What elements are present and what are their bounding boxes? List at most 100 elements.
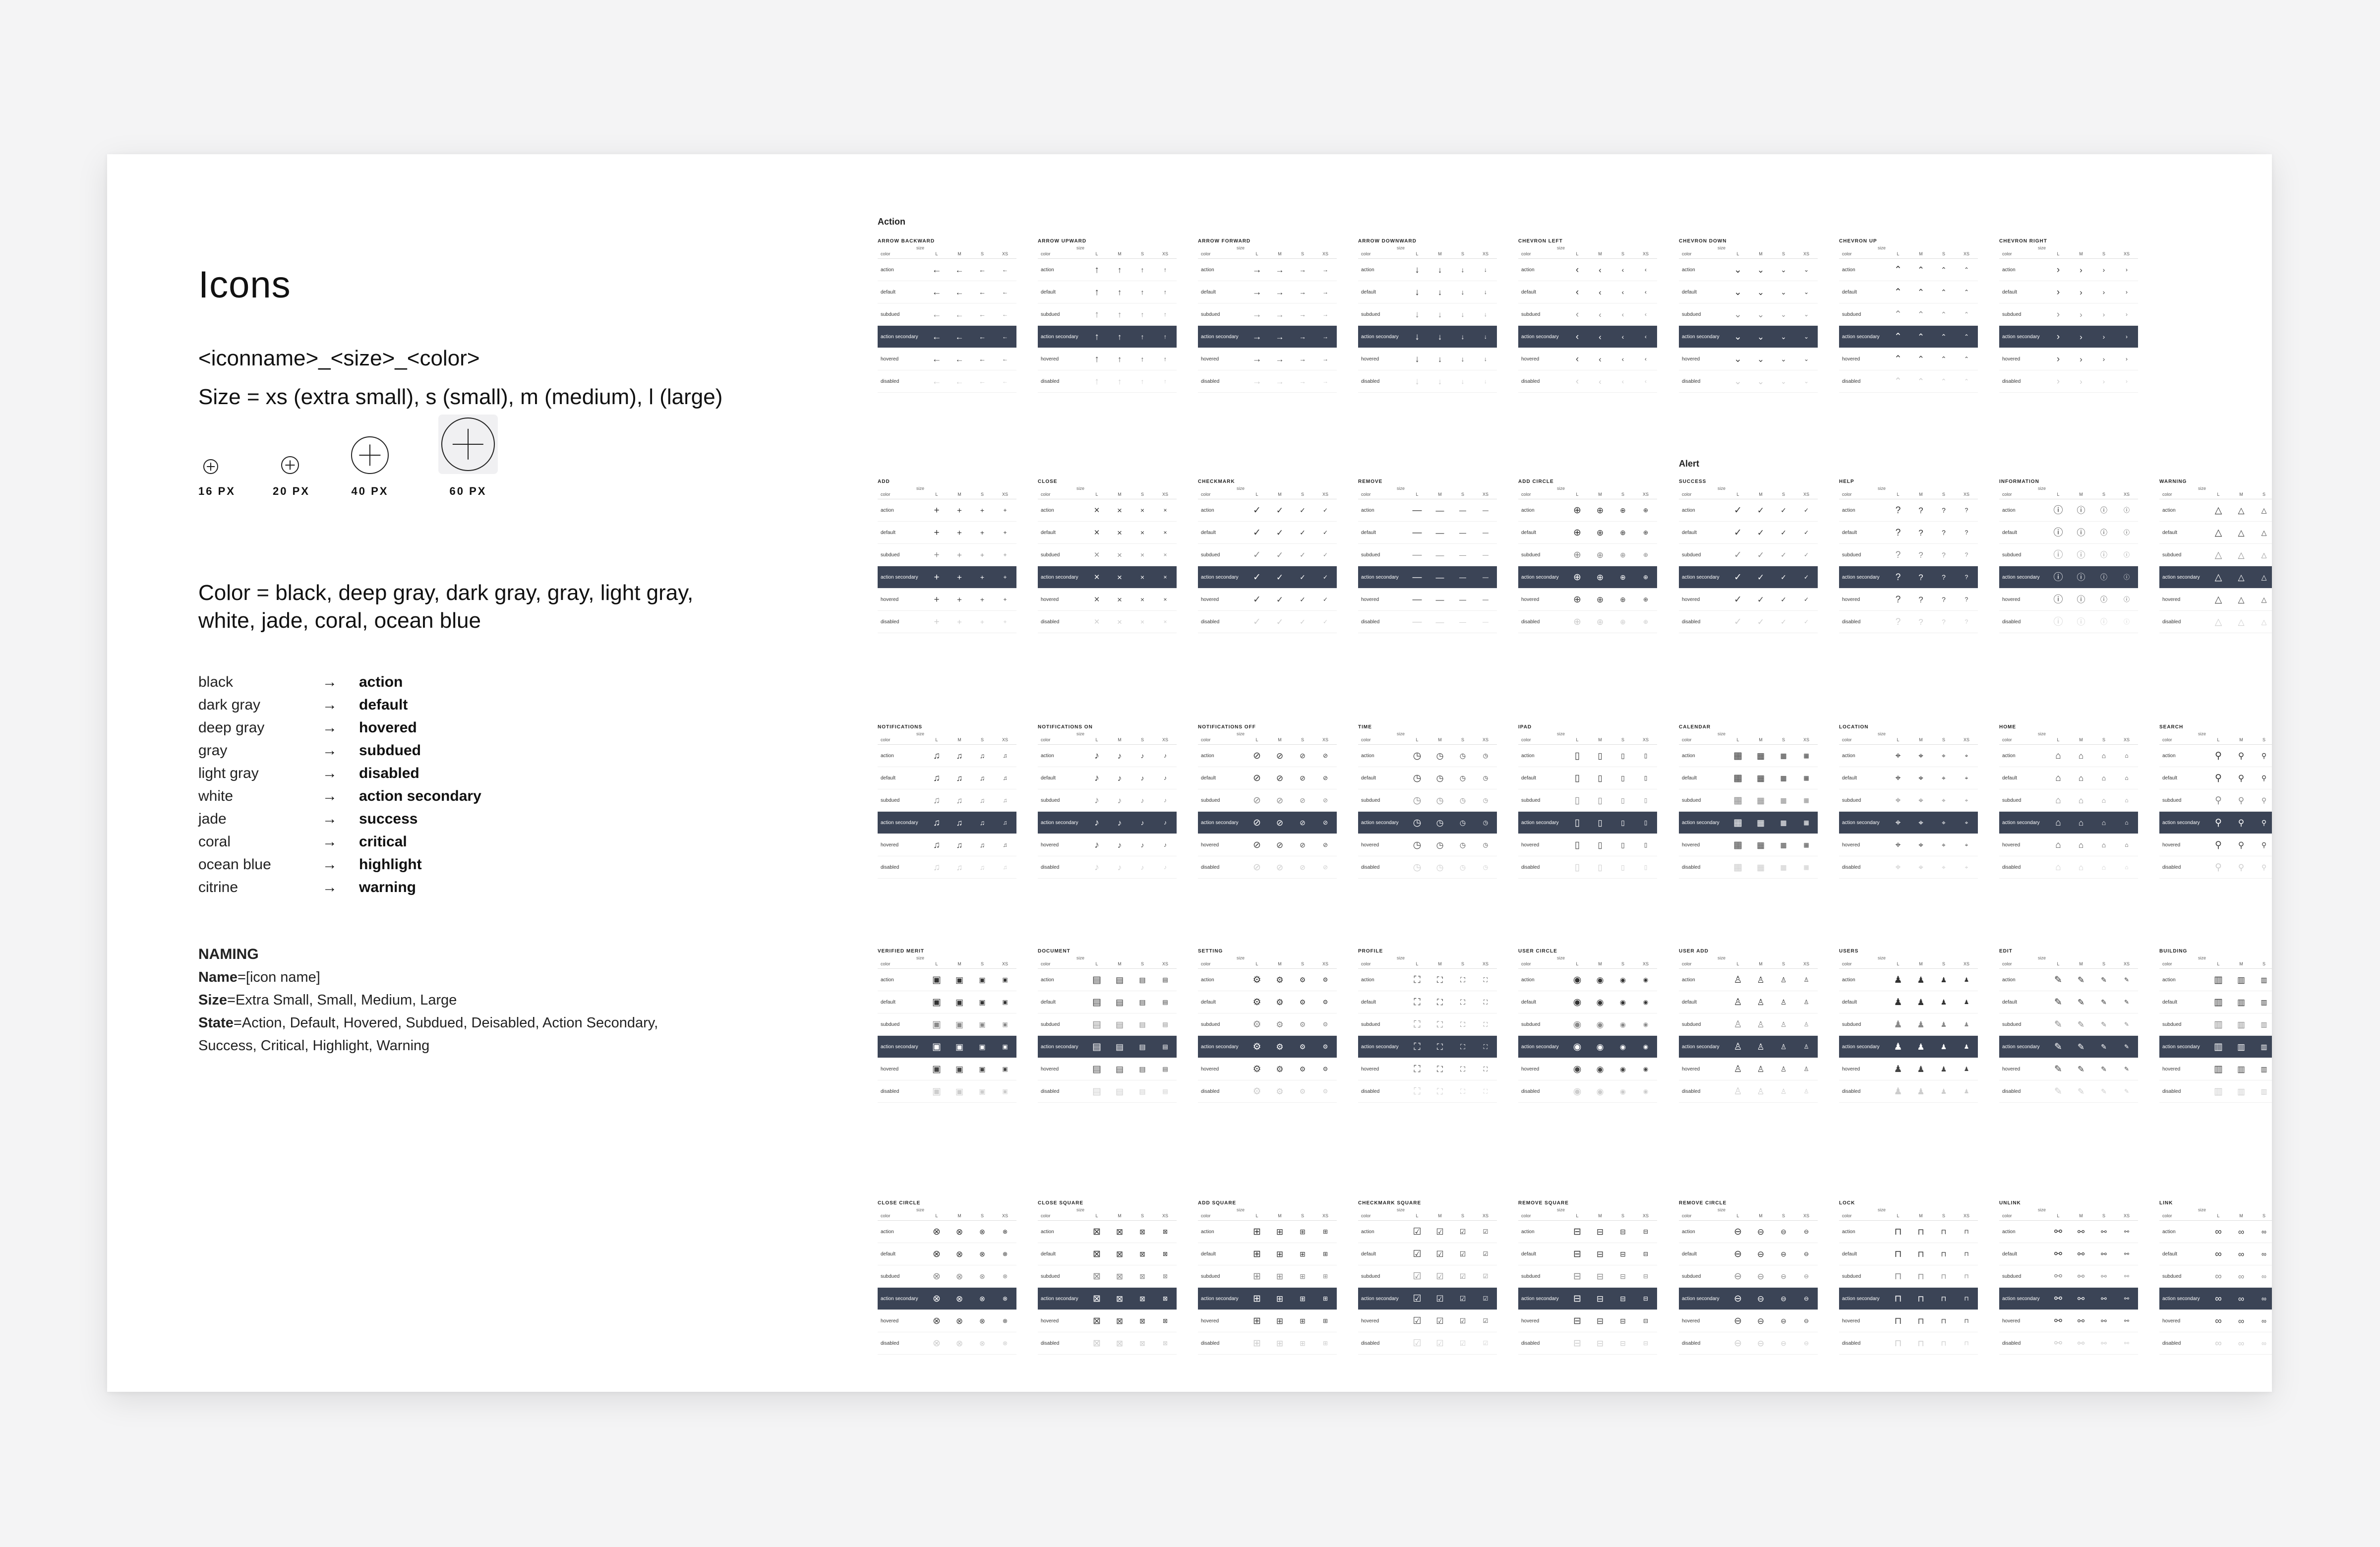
- glyph-icon[interactable]: ⓘ: [2070, 573, 2092, 582]
- glyph-icon[interactable]: ◷: [1474, 842, 1497, 848]
- glyph-icon[interactable]: ⚲: [2207, 796, 2230, 805]
- glyph-icon[interactable]: ✓: [1291, 618, 1314, 625]
- glyph-icon[interactable]: ✓: [1795, 530, 1818, 536]
- glyph-icon[interactable]: ▣: [948, 1065, 971, 1073]
- glyph-icon[interactable]: ⊠: [1131, 1295, 1154, 1302]
- glyph-icon[interactable]: ⚙: [1314, 999, 1337, 1005]
- glyph-icon[interactable]: ♙: [1749, 998, 1772, 1007]
- glyph-icon[interactable]: —: [1474, 619, 1497, 625]
- glyph-icon[interactable]: ✓: [1291, 574, 1314, 581]
- glyph-icon[interactable]: ∞: [2230, 1228, 2253, 1236]
- glyph-icon[interactable]: ⌃: [1909, 377, 1932, 386]
- glyph-icon[interactable]: ×: [1108, 595, 1131, 604]
- glyph-icon[interactable]: →: [1246, 265, 1268, 275]
- glyph-icon[interactable]: ⌖: [1909, 796, 1932, 805]
- glyph-icon[interactable]: ⓘ: [2092, 596, 2115, 603]
- glyph-icon[interactable]: ⊘: [1246, 774, 1268, 783]
- glyph-icon[interactable]: ◉: [1566, 1087, 1589, 1096]
- glyph-icon[interactable]: ⓘ: [2115, 552, 2138, 558]
- glyph-icon[interactable]: ☑: [1428, 1250, 1451, 1258]
- glyph-icon[interactable]: ♪: [1108, 796, 1131, 805]
- glyph-icon[interactable]: ⌄: [1749, 333, 1772, 341]
- glyph-icon[interactable]: ∞: [2230, 1317, 2253, 1325]
- glyph-icon[interactable]: ⚯: [2092, 1250, 2115, 1257]
- glyph-icon[interactable]: ⊖: [1749, 1295, 1772, 1303]
- glyph-icon[interactable]: ▦: [1726, 818, 1749, 828]
- glyph-icon[interactable]: ⊗: [994, 1273, 1016, 1279]
- glyph-icon[interactable]: ✓: [1268, 618, 1291, 626]
- glyph-icon[interactable]: →: [1268, 333, 1291, 341]
- glyph-icon[interactable]: ⚯: [2047, 1227, 2070, 1237]
- glyph-icon[interactable]: ↑: [1085, 310, 1108, 319]
- glyph-icon[interactable]: ✎: [2115, 1066, 2138, 1072]
- glyph-icon[interactable]: △: [2207, 617, 2230, 627]
- glyph-icon[interactable]: ⊠: [1154, 1318, 1177, 1324]
- glyph-icon[interactable]: ×: [1154, 507, 1177, 513]
- glyph-icon[interactable]: ∞: [2207, 1316, 2230, 1326]
- glyph-icon[interactable]: ⊘: [1291, 864, 1314, 871]
- glyph-icon[interactable]: ⊠: [1154, 1340, 1177, 1346]
- glyph-icon[interactable]: ⊠: [1108, 1250, 1131, 1258]
- glyph-icon[interactable]: ⊗: [971, 1273, 994, 1280]
- glyph-icon[interactable]: ⊘: [1314, 753, 1337, 759]
- glyph-icon[interactable]: ⚙: [1291, 1066, 1314, 1072]
- glyph-icon[interactable]: ⊕: [1611, 596, 1634, 603]
- glyph-icon[interactable]: ✎: [2070, 1087, 2092, 1096]
- glyph-icon[interactable]: ▯: [1611, 797, 1634, 804]
- glyph-icon[interactable]: ⊠: [1131, 1273, 1154, 1280]
- glyph-icon[interactable]: ✎: [2047, 1042, 2070, 1052]
- glyph-icon[interactable]: ▣: [971, 976, 994, 983]
- glyph-icon[interactable]: ♫: [925, 796, 948, 805]
- glyph-icon[interactable]: ↑: [1131, 333, 1154, 340]
- glyph-icon[interactable]: ▣: [948, 1020, 971, 1029]
- glyph-icon[interactable]: ▦: [1772, 819, 1795, 826]
- glyph-icon[interactable]: ↓: [1451, 356, 1474, 362]
- glyph-icon[interactable]: ↑: [1085, 288, 1108, 297]
- glyph-icon[interactable]: ♪: [1131, 819, 1154, 826]
- glyph-icon[interactable]: ◉: [1566, 1042, 1589, 1052]
- glyph-icon[interactable]: ⊕: [1566, 528, 1589, 537]
- glyph-icon[interactable]: ⌂: [2070, 752, 2092, 760]
- glyph-icon[interactable]: ⊕: [1566, 595, 1589, 604]
- glyph-icon[interactable]: ♟: [1932, 1021, 1955, 1028]
- glyph-icon[interactable]: ×: [1085, 617, 1108, 627]
- glyph-icon[interactable]: ▦: [1726, 840, 1749, 850]
- glyph-icon[interactable]: ›: [2115, 267, 2138, 273]
- glyph-icon[interactable]: ‹: [1589, 266, 1611, 274]
- glyph-icon[interactable]: ⌂: [2070, 796, 2092, 805]
- glyph-icon[interactable]: ⊗: [925, 1250, 948, 1259]
- glyph-icon[interactable]: ▤: [1108, 1020, 1131, 1029]
- glyph-icon[interactable]: ♫: [971, 797, 994, 804]
- glyph-icon[interactable]: ⛶: [1406, 1020, 1428, 1029]
- glyph-icon[interactable]: ⊖: [1726, 1272, 1749, 1281]
- glyph-icon[interactable]: ∞: [2230, 1272, 2253, 1281]
- glyph-icon[interactable]: ⊘: [1246, 751, 1268, 761]
- glyph-icon[interactable]: ▤: [1108, 998, 1131, 1007]
- glyph-icon[interactable]: ◷: [1474, 864, 1497, 870]
- glyph-icon[interactable]: ▤: [1085, 1042, 1108, 1052]
- glyph-icon[interactable]: ⛶: [1451, 999, 1474, 1006]
- glyph-icon[interactable]: ⌄: [1772, 289, 1795, 296]
- glyph-icon[interactable]: ⊞: [1291, 1273, 1314, 1280]
- glyph-icon[interactable]: ‹: [1589, 377, 1611, 386]
- glyph-icon[interactable]: ⌖: [1887, 863, 1909, 872]
- glyph-icon[interactable]: ←: [925, 377, 948, 386]
- glyph-icon[interactable]: ⌖: [1909, 752, 1932, 760]
- glyph-icon[interactable]: ♙: [1795, 1066, 1818, 1072]
- glyph-icon[interactable]: ▦: [1795, 753, 1818, 759]
- glyph-icon[interactable]: ▤: [1108, 1043, 1131, 1051]
- glyph-icon[interactable]: ♪: [1108, 819, 1131, 827]
- glyph-icon[interactable]: ⚯: [2047, 1250, 2070, 1259]
- glyph-icon[interactable]: ⛶: [1406, 975, 1428, 985]
- glyph-icon[interactable]: ⊖: [1795, 1251, 1818, 1257]
- glyph-icon[interactable]: ◉: [1611, 1043, 1634, 1050]
- glyph-icon[interactable]: ⌖: [1955, 753, 1978, 759]
- glyph-icon[interactable]: ☑: [1474, 1273, 1497, 1279]
- glyph-icon[interactable]: ▤: [1108, 976, 1131, 984]
- glyph-icon[interactable]: ↓: [1451, 333, 1474, 340]
- glyph-icon[interactable]: ✓: [1749, 595, 1772, 604]
- glyph-icon[interactable]: ↓: [1474, 334, 1497, 340]
- glyph-icon[interactable]: ⊓: [1955, 1273, 1978, 1279]
- glyph-icon[interactable]: ◷: [1428, 752, 1451, 760]
- glyph-icon[interactable]: ⊘: [1268, 752, 1291, 760]
